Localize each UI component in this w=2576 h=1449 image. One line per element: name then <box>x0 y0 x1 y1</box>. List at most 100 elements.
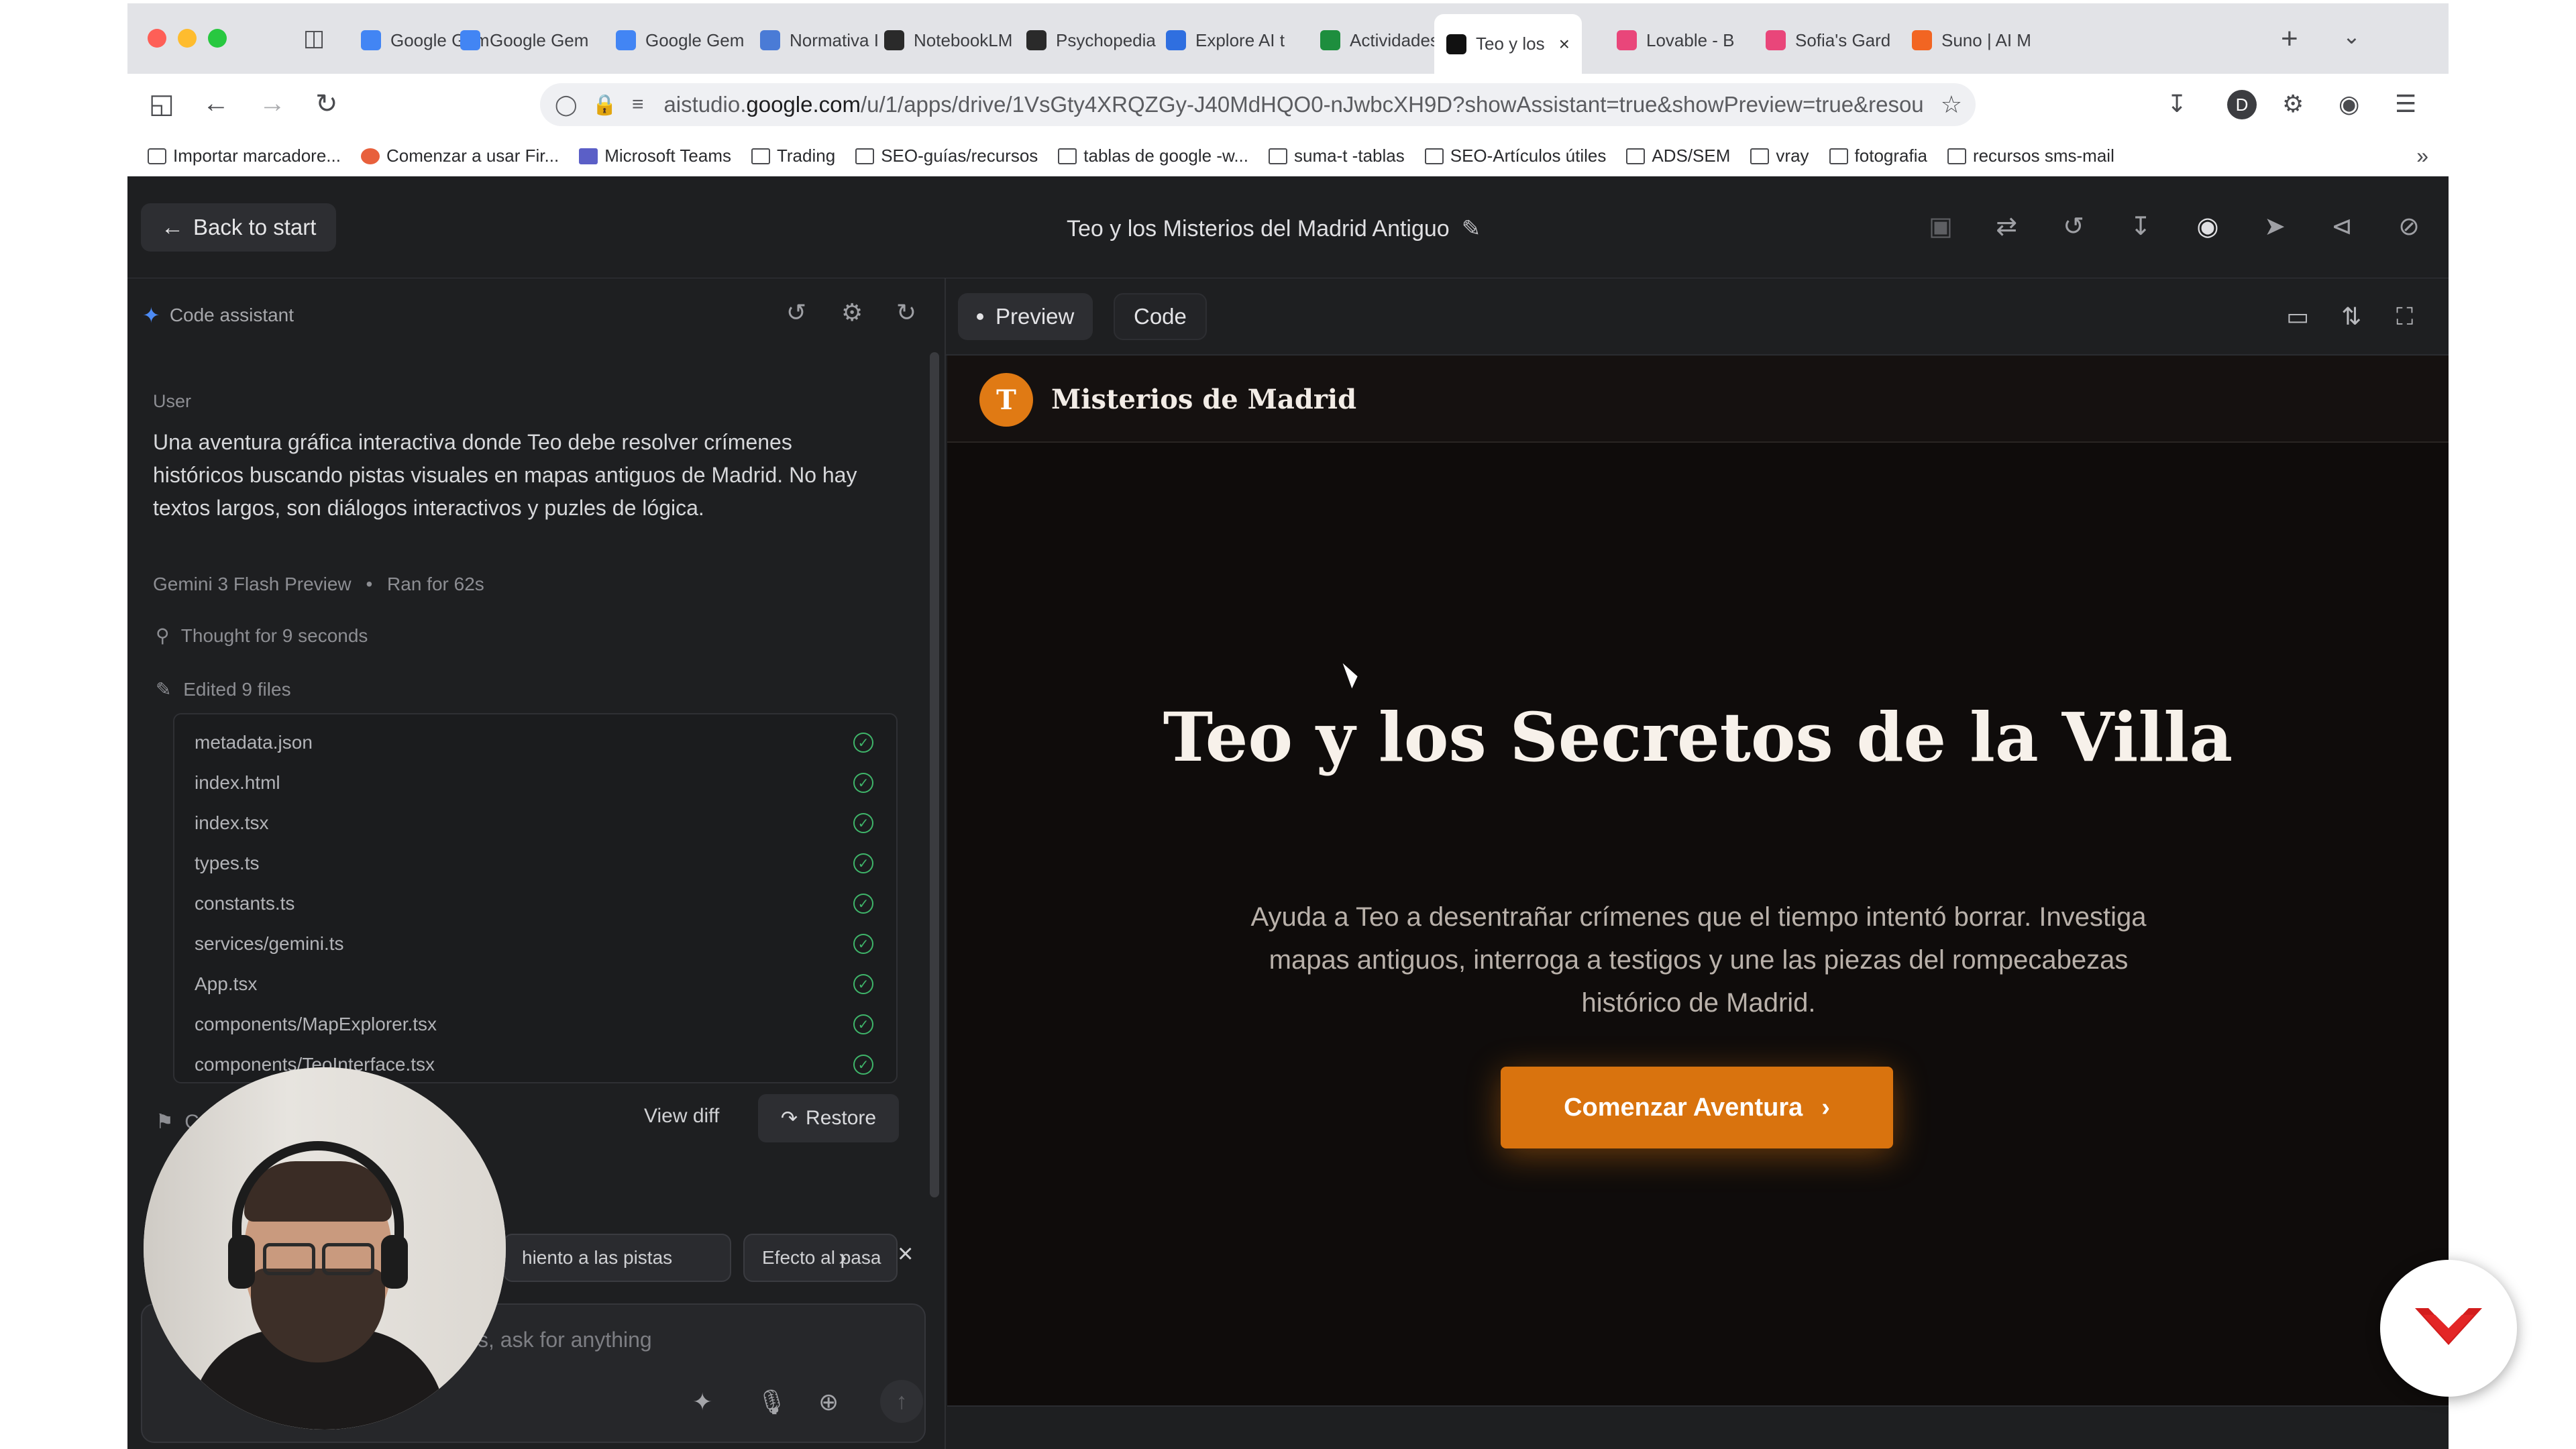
hero-title: Teo y los Secretos de la Villa <box>1163 698 2233 777</box>
close-icon[interactable]: × <box>898 1239 913 1269</box>
file-item[interactable]: types.ts ✓ <box>195 843 879 883</box>
fullscreen-icon[interactable]: ⛶ <box>2396 303 2413 331</box>
bookmark-item[interactable]: vray <box>1750 146 1809 166</box>
extensions-icon[interactable]: ⚙ <box>2282 90 2304 118</box>
suggestion-chip[interactable]: hiento a las pistas <box>503 1234 731 1282</box>
minimize-window-button[interactable] <box>178 29 197 48</box>
tab-groups-icon[interactable]: ◫ <box>303 25 330 52</box>
browser-tab[interactable]: Suno | AI M <box>1900 15 2054 65</box>
file-item[interactable]: index.tsx ✓ <box>195 803 879 843</box>
edit-pencil-icon[interactable]: ✎ <box>1462 216 1481 241</box>
file-item[interactable]: index.html ✓ <box>195 763 879 803</box>
fork-icon[interactable]: ⇄ <box>1990 211 2023 241</box>
close-tab-icon[interactable]: × <box>1559 34 1570 55</box>
site-brand[interactable]: Misterios de Madrid <box>1051 384 1356 415</box>
new-tab-button[interactable]: + <box>2281 22 2298 56</box>
chevron-right-icon[interactable]: › <box>839 1243 847 1271</box>
bookmark-item[interactable]: SEO-guías/recursos <box>855 146 1038 166</box>
file-item[interactable]: metadata.json ✓ <box>195 722 879 763</box>
folder-icon <box>1269 148 1287 164</box>
browser-tab[interactable]: Lovable - B <box>1605 15 1759 65</box>
hide-panel-icon[interactable]: ⊘ <box>2392 211 2426 241</box>
webcam-overlay <box>144 1067 506 1430</box>
bookmark-item[interactable]: Comenzar a usar Fir... <box>360 146 559 166</box>
tab-label: Actividades <box>1350 30 1439 50</box>
send-button[interactable]: ↑ <box>880 1380 923 1423</box>
site-header: T Misterios de Madrid <box>947 356 2449 443</box>
bookmark-item[interactable]: ADS/SEM <box>1626 146 1730 166</box>
menu-icon[interactable]: ☰ <box>2395 90 2416 118</box>
bookmarks-bar: Importar marcadore... Comenzar a usar Fir… <box>127 136 2449 176</box>
device-preview-icon[interactable]: ▭ <box>2286 303 2309 331</box>
deploy-rocket-icon[interactable]: ➤ <box>2258 211 2292 241</box>
thought-toggle[interactable]: ⚲ Thought for 9 seconds <box>156 625 368 647</box>
bookmark-item[interactable]: SEO-Artículos útiles <box>1424 146 1606 166</box>
share-icon[interactable]: ⊲ <box>2325 211 2359 241</box>
file-item[interactable]: App.tsx ✓ <box>195 964 879 1004</box>
bookmark-item[interactable]: Importar marcadore... <box>148 146 341 166</box>
file-item[interactable]: components/MapExplorer.tsx ✓ <box>195 1004 879 1044</box>
folder-icon <box>1829 148 1848 164</box>
close-window-button[interactable] <box>148 29 166 48</box>
magic-wand-icon[interactable]: ✦ <box>692 1388 712 1416</box>
browser-tab[interactable]: Google Gem <box>604 15 758 65</box>
browser-tab[interactable]: Explore AI t <box>1154 15 1308 65</box>
bookmark-item[interactable]: Microsoft Teams <box>579 146 731 166</box>
refresh-icon[interactable]: ↻ <box>896 299 916 327</box>
github-icon[interactable]: ◉ <box>2191 211 2224 241</box>
view-diff-button[interactable]: View diff <box>644 1105 719 1128</box>
model-name: Gemini 3 Flash Preview <box>153 574 352 594</box>
lock-icon[interactable]: 🔒 <box>592 93 617 117</box>
edited-files-toggle[interactable]: ✎ Edited 9 files <box>156 678 291 700</box>
browser-tab[interactable]: Psychopedia <box>1014 15 1169 65</box>
tab-code[interactable]: Code <box>1114 293 1207 340</box>
sidebar-toggle-icon[interactable]: ◱ <box>149 89 174 119</box>
maximize-window-button[interactable] <box>208 29 227 48</box>
tab-favicon-icon <box>460 30 480 50</box>
site-settings-icon[interactable]: ≡ <box>632 93 644 116</box>
shield-icon[interactable]: ◯ <box>555 93 578 117</box>
address-bar[interactable]: ◯ 🔒 ≡ aistudio.google.com/u/1/apps/drive… <box>540 83 1976 126</box>
back-arrow-icon[interactable]: ← <box>203 89 229 119</box>
more-bookmarks-icon[interactable]: » <box>2416 144 2428 168</box>
browser-tab[interactable]: NotebookLM <box>872 15 1026 65</box>
preview-toolbar: Preview Code ▭ ⇅ ⛶ <box>946 278 2449 356</box>
scrollbar[interactable] <box>930 352 939 1197</box>
downloads-icon[interactable]: ↧ <box>2167 90 2187 118</box>
start-adventure-button[interactable]: Comenzar Aventura › <box>1501 1067 1893 1148</box>
history-icon[interactable]: ↺ <box>2057 211 2090 241</box>
browser-tab[interactable]: Google Gem <box>448 15 602 65</box>
browser-tab[interactable]: Sofia's Gard <box>1754 15 1908 65</box>
profile-avatar[interactable]: D <box>2227 90 2257 119</box>
back-to-start-button[interactable]: ← Back to start <box>141 203 337 252</box>
add-icon[interactable]: ⊕ <box>818 1388 839 1416</box>
bookmark-item[interactable]: fotografia <box>1829 146 1927 166</box>
forward-arrow-icon[interactable]: → <box>259 89 286 119</box>
restore-button[interactable]: ↷ Restore <box>758 1094 899 1142</box>
bookmark-star-icon[interactable]: ☆ <box>1941 91 1962 119</box>
bookmark-item[interactable]: tablas de google -w... <box>1058 146 1248 166</box>
app-title[interactable]: Teo y los Misterios del Madrid Antiguo ✎ <box>1067 215 1481 242</box>
account-extension-icon[interactable]: ◉ <box>2339 90 2359 118</box>
file-item[interactable]: services/gemini.ts ✓ <box>195 924 879 964</box>
bookmark-item[interactable]: recursos sms-mail <box>1947 146 2114 166</box>
bookmarks-list: Importar marcadore... Comenzar a usar Fir… <box>127 146 2114 166</box>
navigation-bar: ◱ ← → ↻ ◯ 🔒 ≡ aistudio.google.com/u/1/ap… <box>127 74 2449 136</box>
site-logo[interactable]: T <box>979 373 1033 427</box>
restore-icon: ↷ <box>780 1107 798 1130</box>
tab-list-chevron-icon[interactable]: ⌄ <box>2343 23 2361 49</box>
save-icon[interactable]: ▣ <box>1924 211 1957 241</box>
reload-icon[interactable]: ↻ <box>315 89 338 119</box>
tab-preview[interactable]: Preview <box>958 293 1093 340</box>
file-item[interactable]: constants.ts ✓ <box>195 883 879 924</box>
bookmark-item[interactable]: suma-t -tablas <box>1269 146 1405 166</box>
active-browser-tab[interactable]: Teo y los × <box>1434 14 1582 74</box>
bookmark-item[interactable]: Trading <box>751 146 835 166</box>
restore-label: Restore <box>806 1107 877 1129</box>
history-icon[interactable]: ↺ <box>786 299 806 327</box>
suggestion-chip[interactable]: Efecto al pasa <box>743 1234 898 1282</box>
microphone-icon[interactable]: 🎙 <box>757 1388 788 1416</box>
download-icon[interactable]: ↧ <box>2124 211 2157 241</box>
reload-preview-icon[interactable]: ⇅ <box>2341 303 2361 331</box>
settings-gear-icon[interactable]: ⚙ <box>841 299 863 327</box>
